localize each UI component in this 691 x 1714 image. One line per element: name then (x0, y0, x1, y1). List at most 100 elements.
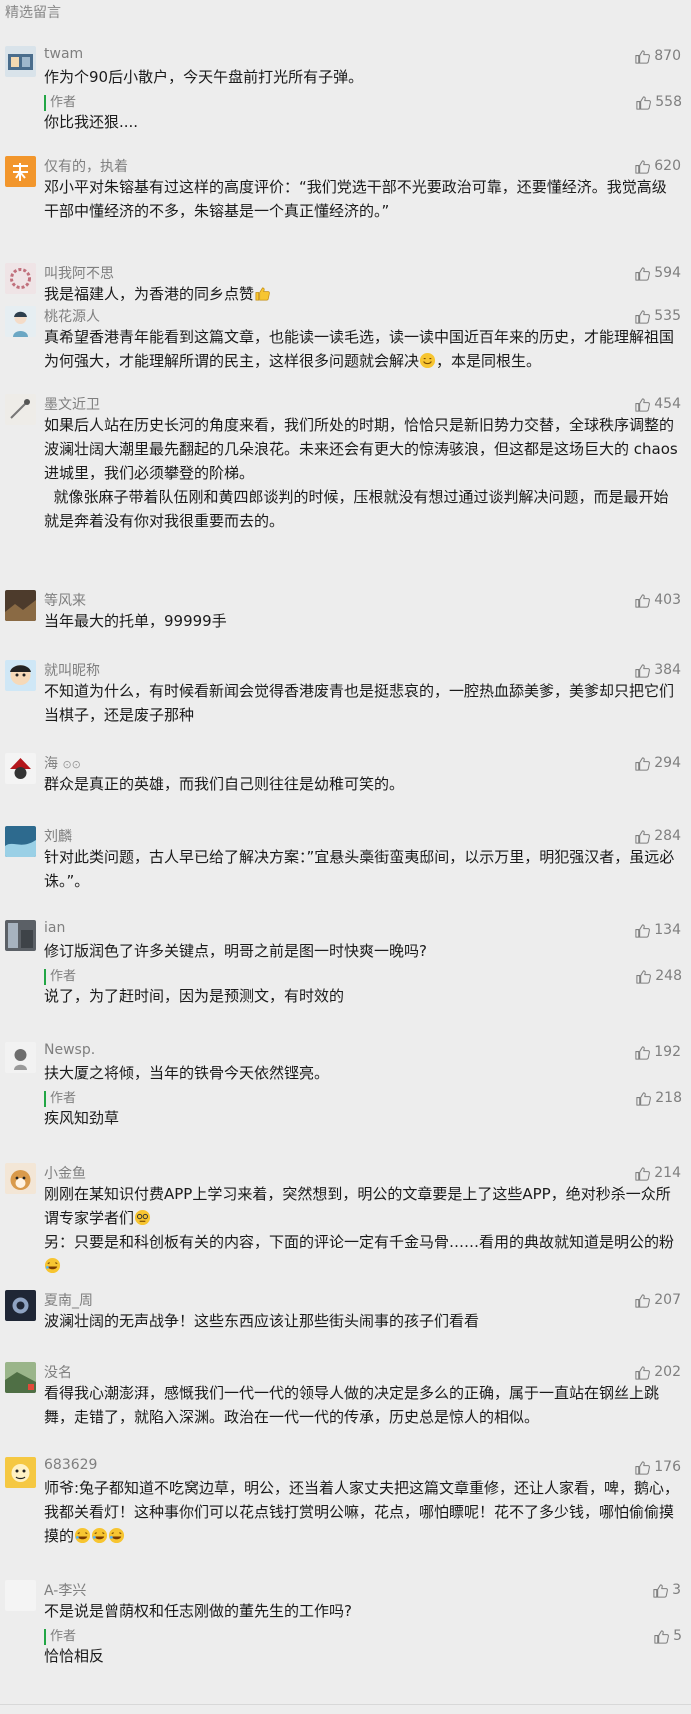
avatar[interactable] (5, 1457, 36, 1488)
avatar[interactable] (5, 156, 36, 187)
avatar[interactable] (5, 306, 36, 337)
avatar[interactable] (5, 660, 36, 691)
laughing-emoji-icon (74, 1527, 91, 1544)
nickname[interactable]: 等风来 (44, 590, 86, 610)
nickname[interactable]: Newsp. (44, 1042, 95, 1058)
nickname[interactable]: ian (44, 920, 65, 936)
author-tag: 作者 (44, 1629, 76, 1645)
thumbs-up-icon (634, 308, 651, 325)
thumbs-up-icon (634, 755, 651, 772)
thumbs-up-icon (634, 265, 651, 282)
thumbs-up-icon (634, 1364, 651, 1381)
avatar[interactable] (5, 1290, 36, 1321)
like-button[interactable]: 454 (634, 394, 681, 414)
like-button[interactable]: 207 (634, 1290, 681, 1310)
thumbs-up-icon (652, 1582, 669, 1599)
like-button[interactable]: 214 (634, 1163, 681, 1183)
like-button[interactable]: 294 (634, 753, 681, 773)
avatar[interactable] (5, 263, 36, 294)
like-count: 134 (654, 922, 681, 938)
nickname[interactable]: 墨文近卫 (44, 394, 100, 414)
nickname[interactable]: twam (44, 46, 83, 62)
comment-text: 刚刚在某知识付费APP上学习来着，突然想到，明公的文章要是上了这些APP，绝对秒… (44, 1182, 680, 1278)
avatar[interactable] (5, 920, 36, 951)
like-count: 558 (655, 94, 682, 110)
like-button[interactable]: 218 (635, 1088, 682, 1108)
like-count: 192 (654, 1044, 681, 1060)
comment-text-content: 真希望香港青年能看到这篇文章，也能读一读毛选，读一读中国近百年来的历史，才能理解… (44, 328, 675, 370)
like-button[interactable]: 284 (634, 826, 681, 846)
nickname[interactable]: 就叫昵称 (44, 660, 100, 680)
comment-text-content: 师爷:兔子都知道不吃窝边草，明公，还当着人家丈夫把这篇文章重修，还让人家看，啤，… (44, 1479, 680, 1545)
like-button[interactable]: 384 (634, 660, 681, 680)
like-button[interactable]: 5 (653, 1626, 682, 1646)
like-button[interactable]: 620 (634, 156, 681, 176)
comment-text: 邓小平对朱镕基有过这样的高度评价：“我们党选干部不光要政治可靠，还要懂经济。我觉… (44, 178, 667, 220)
thumbs-up-icon (635, 968, 652, 985)
like-count: 218 (655, 1090, 682, 1106)
nickname[interactable]: 小金鱼 (44, 1163, 86, 1183)
like-button[interactable]: 176 (634, 1457, 681, 1477)
like-button[interactable]: 192 (634, 1042, 681, 1062)
comment-text: 我是福建人，为香港的同乡点赞 (44, 282, 680, 306)
comment-text: 不知道为什么，有时候看新闻会觉得香港废青也是挺悲哀的，一腔热血舔美爹，美爹却只把… (44, 682, 675, 724)
comment-text: 扶大厦之将倾，当年的铁骨今天依然铿亮。 (44, 1064, 330, 1082)
avatar[interactable] (5, 1163, 36, 1194)
avatar[interactable] (5, 1042, 36, 1073)
like-count: 202 (654, 1364, 681, 1380)
avatar[interactable] (5, 46, 36, 77)
like-button[interactable]: 535 (634, 306, 681, 326)
thumbs-up-icon (634, 922, 651, 939)
section-title: 精选留言 (5, 5, 61, 21)
like-button[interactable]: 594 (634, 263, 681, 283)
nickname[interactable]: 桃花源人 (44, 306, 100, 326)
comment-text: 当年最大的托单，99999手 (44, 612, 227, 630)
like-count: 284 (654, 828, 681, 844)
nickname[interactable]: 夏南_周 (44, 1290, 93, 1310)
like-button[interactable]: 558 (635, 92, 682, 112)
comments-page: 精选留言 twam 870 作为个90后小散户，今天午盘前打光所有子弹。 作者 … (0, 0, 691, 1714)
laughing-emoji-icon (44, 1257, 61, 1274)
nickname[interactable]: 海 ⊙⊙ (44, 753, 81, 773)
like-count: 454 (654, 396, 681, 412)
nickname[interactable]: 叫我阿不思 (44, 263, 114, 283)
comment-text-line2: 另：只要是和科创板有关的内容，下面的评论一定有千金马骨……看用的典故就知道是明公… (44, 1233, 675, 1251)
reply-text: 疾风知劲草 (44, 1109, 120, 1127)
thumbs-up-icon (634, 592, 651, 609)
nickname-text: 海 (44, 756, 58, 772)
like-button[interactable]: 202 (634, 1362, 681, 1382)
avatar[interactable] (5, 590, 36, 621)
like-count: 620 (654, 158, 681, 174)
avatar[interactable] (5, 826, 36, 857)
like-button[interactable]: 248 (635, 966, 682, 986)
like-button[interactable]: 134 (634, 920, 681, 940)
nickname[interactable]: 仅有的，执着 (44, 156, 128, 176)
like-count: 294 (654, 755, 681, 771)
thumbs-up-icon (653, 1628, 670, 1645)
comment-text-tail: ，本是同根生。 (436, 352, 542, 370)
thumbs-up-icon (634, 158, 651, 175)
like-count: 594 (654, 265, 681, 281)
like-count: 207 (654, 1292, 681, 1308)
comment-text: 作为个90后小散户，今天午盘前打光所有子弹。 (44, 68, 364, 86)
nickname[interactable]: A-李兴 (44, 1580, 86, 1600)
nickname[interactable]: 没名 (44, 1362, 72, 1382)
like-count: 870 (654, 48, 681, 64)
comment-text: 修订版润色了许多关键点，明哥之前是图一时快爽一晚吗? (44, 942, 427, 960)
nickname[interactable]: 刘麟 (44, 826, 72, 846)
thumbs-up-icon (634, 1459, 651, 1476)
avatar[interactable] (5, 1362, 36, 1393)
avatar[interactable] (5, 1580, 36, 1611)
smile-emoji-icon (419, 352, 436, 369)
avatar[interactable] (5, 394, 36, 425)
like-button[interactable]: 3 (652, 1580, 681, 1600)
comment-text: 如果后人站在历史长河的角度来看，我们所处的时期，恰恰只是新旧势力交替，全球秩序调… (44, 416, 678, 530)
like-count: 535 (654, 308, 681, 324)
like-button[interactable]: 870 (634, 46, 681, 66)
thumbs-up-icon (634, 396, 651, 413)
avatar[interactable] (5, 753, 36, 784)
nickname[interactable]: 683629 (44, 1457, 97, 1473)
like-count: 176 (654, 1459, 681, 1475)
like-button[interactable]: 403 (634, 590, 681, 610)
thumbs-up-icon (634, 48, 651, 65)
